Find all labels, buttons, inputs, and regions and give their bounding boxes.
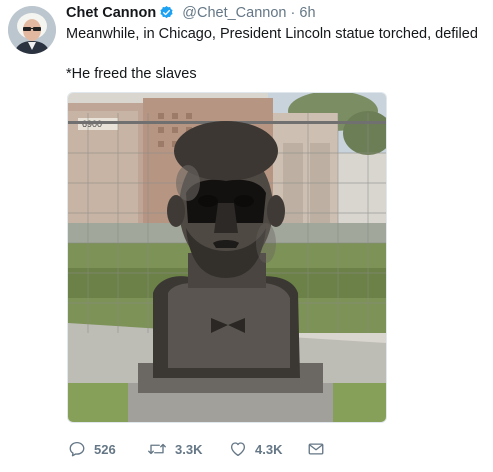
verified-badge-icon — [159, 5, 174, 25]
like-count: 4.3K — [255, 441, 283, 457]
reply-icon — [68, 440, 86, 458]
tweet-card[interactable]: Chet Cannon @Chet_Cannon · 6h Meanwhile,… — [0, 0, 493, 472]
tweet-text-line1: Meanwhile, in Chicago, President Lincoln… — [66, 26, 478, 42]
heart-icon — [229, 440, 247, 458]
envelope-icon — [307, 440, 325, 458]
reply-count: 526 — [94, 441, 116, 457]
tweet-header: Chet Cannon @Chet_Cannon · 6h — [66, 4, 316, 25]
tweet-text-line2: *He freed the slaves — [66, 66, 197, 82]
retweet-button[interactable]: 3.3K — [147, 438, 202, 460]
statue-photo: 6900 — [68, 93, 386, 422]
direct-message-button[interactable] — [307, 438, 325, 460]
author-handle[interactable]: @Chet_Cannon — [182, 5, 286, 21]
retweet-icon — [147, 440, 167, 458]
avatar[interactable] — [8, 6, 56, 54]
author-name[interactable]: Chet Cannon — [66, 5, 156, 21]
retweet-count: 3.3K — [175, 441, 203, 457]
header-separator: · — [290, 5, 296, 21]
tweet-timestamp[interactable]: 6h — [299, 5, 315, 21]
tweet-photo[interactable]: 6900 — [67, 92, 387, 423]
like-button[interactable]: 4.3K — [229, 438, 282, 460]
avatar-image — [8, 6, 56, 54]
reply-button[interactable]: 526 — [68, 438, 116, 460]
